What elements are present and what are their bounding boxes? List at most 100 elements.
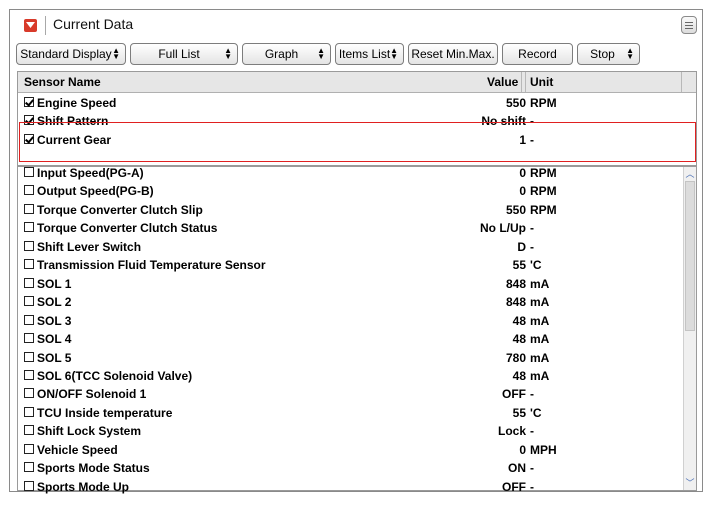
row-checkbox[interactable]	[24, 240, 34, 251]
sensor-value: 0	[519, 166, 526, 180]
items-list-label: Items List	[338, 47, 391, 61]
graph-label: Graph	[264, 47, 299, 61]
stop-dropdown[interactable]: Stop ▲ ▼	[577, 43, 640, 65]
row-checkbox[interactable]	[24, 185, 34, 196]
items-list-dropdown[interactable]: Items List ▲ ▼	[335, 43, 404, 65]
reset-min-max-button[interactable]: Reset Min.Max.	[408, 43, 498, 65]
table-header: Sensor Name Value Unit	[18, 72, 696, 93]
table-row[interactable]: SOL 3 48 mA	[18, 312, 683, 330]
table-row[interactable]: SOL 5 780 mA	[18, 349, 683, 367]
column-divider[interactable]	[521, 72, 522, 92]
sensor-name: Vehicle Speed	[37, 442, 118, 457]
sensor-name: SOL 4	[37, 332, 72, 347]
row-checkbox[interactable]	[24, 259, 34, 270]
sensor-unit: mA	[530, 313, 550, 328]
sensor-name: SOL 1	[37, 276, 72, 291]
table-row[interactable]: Output Speed(PG-B) 0 RPM	[18, 182, 683, 200]
sensor-name: SOL 5	[37, 350, 72, 365]
table-row[interactable]: SOL 4 48 mA	[18, 330, 683, 348]
stop-label: Stop	[590, 47, 615, 61]
sensor-value: 55	[512, 405, 526, 420]
sensor-value: 780	[505, 350, 526, 365]
row-checkbox[interactable]	[24, 480, 34, 491]
sensor-value: 848	[505, 295, 526, 310]
sensor-unit: -	[530, 387, 534, 402]
row-checkbox[interactable]	[24, 222, 34, 233]
row-checkbox[interactable]	[24, 333, 34, 344]
sensor-name: Torque Converter Clutch Status	[37, 221, 218, 236]
current-data-window: Current Data Standard Display ▲ ▼ Full Li…	[9, 9, 703, 494]
column-header-unit[interactable]: Unit	[530, 75, 553, 89]
sensor-unit: mA	[530, 332, 550, 347]
scroll-up-icon[interactable]: ︿	[684, 167, 696, 181]
sensor-unit: -	[530, 239, 534, 254]
sensor-unit: mA	[530, 368, 550, 383]
sensor-unit: -	[530, 221, 534, 236]
title-bar: Current Data	[10, 10, 702, 40]
sensor-name: Output Speed(PG-B)	[37, 184, 154, 199]
row-checkbox[interactable]	[24, 277, 34, 288]
menu-icon[interactable]	[681, 16, 697, 34]
table-row[interactable]: Vehicle Speed 0 MPH	[18, 441, 683, 459]
row-checkbox[interactable]	[24, 203, 34, 214]
sensor-value: 55	[512, 258, 526, 273]
table-row[interactable]: SOL 6(TCC Solenoid Valve) 48 mA	[18, 367, 683, 385]
row-checkbox[interactable]	[24, 369, 34, 380]
scroll-thumb[interactable]	[685, 181, 695, 331]
table-row[interactable]: Transmission Fluid Temperature Sensor 55 '…	[18, 256, 683, 274]
table-row[interactable]: SOL 2 848 mA	[18, 293, 683, 311]
table-row[interactable]: SOL 1 848 mA	[18, 275, 683, 293]
sensor-unit: mA	[530, 295, 550, 310]
table-row[interactable]: Torque Converter Clutch Status No L/Up -	[18, 219, 683, 237]
sensor-value: 48	[512, 368, 526, 383]
table-row[interactable]: ON/OFF Solenoid 1 OFF -	[18, 385, 683, 403]
row-checkbox[interactable]	[24, 351, 34, 362]
record-button[interactable]: Record	[502, 43, 573, 65]
column-header-sensor-name[interactable]: Sensor Name	[24, 75, 101, 89]
updown-arrow-icon: ▲ ▼	[112, 46, 120, 61]
row-checkbox[interactable]	[24, 462, 34, 473]
sensor-unit: mA	[530, 350, 550, 365]
row-checkbox[interactable]	[24, 443, 34, 454]
sensor-unit: RPM	[530, 202, 557, 217]
row-checkbox[interactable]	[24, 406, 34, 417]
table-row[interactable]: Engine Speed 550 RPM	[18, 94, 683, 112]
title-separator	[45, 16, 46, 35]
scroll-down-icon[interactable]: ﹀	[684, 476, 696, 490]
full-list-dropdown[interactable]: Full List ▲ ▼	[130, 43, 238, 65]
column-divider[interactable]	[525, 72, 526, 92]
row-checkbox[interactable]	[24, 97, 34, 107]
sensor-value: 550	[505, 96, 526, 110]
sensor-value: Lock	[497, 424, 526, 439]
table-row[interactable]: Shift Lock System Lock -	[18, 422, 683, 440]
column-divider[interactable]	[681, 72, 682, 92]
row-checkbox[interactable]	[24, 167, 34, 177]
collapse-icon[interactable]	[24, 19, 37, 32]
vertical-scrollbar[interactable]: ︿ ﹀	[683, 167, 696, 490]
sensor-value: OFF	[502, 387, 526, 402]
table-row[interactable]: Sports Mode Up OFF -	[18, 478, 683, 496]
sensor-unit: 'C	[530, 258, 542, 273]
row-checkbox[interactable]	[24, 296, 34, 307]
updown-arrow-icon: ▲ ▼	[317, 46, 325, 61]
sensor-value: 0	[519, 184, 526, 199]
updown-arrow-icon: ▲ ▼	[224, 46, 232, 61]
sensor-value: 848	[505, 276, 526, 291]
standard-display-dropdown[interactable]: Standard Display ▲ ▼	[16, 43, 126, 65]
updown-arrow-icon: ▲ ▼	[390, 46, 398, 61]
sensor-value: 48	[512, 332, 526, 347]
table-row[interactable]: Shift Lever Switch D -	[18, 238, 683, 256]
table-row[interactable]: Torque Converter Clutch Slip 550 RPM	[18, 201, 683, 219]
row-checkbox[interactable]	[24, 314, 34, 325]
column-header-value[interactable]: Value	[487, 75, 518, 89]
row-checkbox[interactable]	[24, 388, 34, 399]
graph-dropdown[interactable]: Graph ▲ ▼	[242, 43, 331, 65]
sensor-name: Sports Mode Up	[37, 479, 129, 494]
sensor-value: D	[517, 239, 526, 254]
sensor-name: SOL 6(TCC Solenoid Valve)	[37, 368, 193, 383]
table-row[interactable]: TCU Inside temperature 55 'C	[18, 404, 683, 422]
table-row[interactable]: Sports Mode Status ON -	[18, 459, 683, 477]
row-checkbox[interactable]	[24, 425, 34, 436]
sensor-value: 0	[519, 442, 526, 457]
table-row[interactable]: Input Speed(PG-A) 0 RPM	[18, 164, 683, 182]
